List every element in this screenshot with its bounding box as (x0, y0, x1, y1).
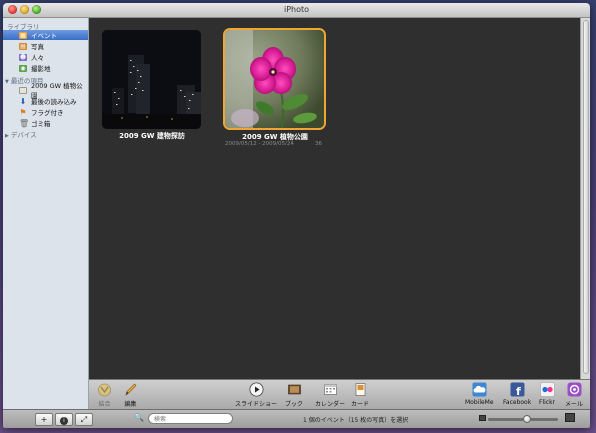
mail-button[interactable]: メール (565, 382, 583, 408)
source-list-sidebar: ライブラリ ▦ イベント ▤ 写真 ☻ 人々 ◉ 撮影地 ▼ 最近の項目 2009… (3, 18, 89, 409)
slider-knob[interactable] (522, 415, 531, 423)
sidebar-item-recent-event[interactable]: 2009 GW 植物公園 (3, 82, 88, 100)
mobileme-button[interactable]: MobileMe (465, 382, 494, 406)
facebook-button[interactable]: f Facebook (503, 382, 531, 406)
flickr-button[interactable]: Flickr (539, 382, 555, 406)
fullscreen-button[interactable]: ⤢ (75, 413, 93, 426)
event-tile[interactable]: 2009 GW 建物探訪 (101, 30, 203, 142)
merge-icon (98, 383, 111, 397)
sidebar-item-label: 写真 (31, 43, 44, 51)
thumbnail-size-slider[interactable] (488, 415, 558, 423)
event-date-range: 2009/05/12 - 2009/05/24 (225, 141, 294, 147)
card-button[interactable]: カード (351, 382, 369, 408)
sidebar-item-events[interactable]: ▦ イベント (3, 30, 88, 40)
search-input[interactable] (154, 415, 224, 423)
flickr-icon (539, 382, 555, 397)
disclosure-closed-icon[interactable]: ▶ (5, 133, 9, 139)
bottom-toolbar: 結合 編集 スライドショー ブック カレンダー カード MobileMe f F… (89, 379, 590, 410)
status-bar: + i ⤢ 🔍 1 個のイベント（15 枚の写真）を選択 (3, 409, 590, 428)
sidebar-item-label: 撮影地 (31, 65, 51, 73)
add-button[interactable]: + (35, 413, 53, 426)
svg-text:f: f (516, 385, 521, 397)
event-thumbnail[interactable] (102, 30, 201, 129)
book-button[interactable]: ブック (285, 382, 303, 408)
facebook-icon: f (510, 382, 525, 397)
search-field[interactable] (148, 413, 233, 424)
sidebar-item-photos[interactable]: ▤ 写真 (3, 41, 88, 51)
devices-header[interactable]: ▶ デバイス (5, 129, 37, 139)
selection-status-text: 1 個のイベント（15 枚の写真）を選択 (303, 417, 409, 424)
merge-button[interactable]: 結合 (97, 382, 112, 408)
large-thumbnail-icon (565, 413, 575, 422)
title-bar[interactable]: iPhoto (3, 3, 590, 18)
calendar-icon (323, 384, 337, 395)
events-icon: ▦ (19, 31, 27, 39)
window-title: iPhoto (283, 5, 310, 14)
import-icon: ⬇ (19, 96, 27, 106)
sidebar-item-label: ゴミ箱 (31, 120, 51, 128)
scrollbar-thumb[interactable] (583, 20, 589, 374)
small-thumbnail-icon (479, 415, 486, 421)
search-icon[interactable]: 🔍 (134, 413, 144, 422)
events-browser[interactable]: 2009 GW 建物探訪 2009 GW 植物公園 2009/05/12 - 2… (89, 18, 580, 379)
event-photo-count: 36 (315, 141, 322, 147)
iphoto-window: iPhoto ライブラリ ▦ イベント ▤ 写真 ☻ 人々 ◉ 撮影地 ▼ 最近の… (3, 3, 590, 428)
book-icon (287, 384, 301, 395)
edit-pencil-icon (125, 383, 137, 396)
mobileme-icon (472, 382, 487, 397)
event-title[interactable]: 2009 GW 建物探訪 (101, 131, 203, 141)
sidebar-item-places[interactable]: ◉ 撮影地 (3, 63, 88, 73)
sidebar-item-last-import[interactable]: ⬇ 最後の読み込み (3, 96, 88, 106)
event-thumbnail[interactable] (223, 28, 326, 130)
sidebar-item-trash[interactable]: 🗑 ゴミ箱 (3, 118, 88, 128)
info-button[interactable]: i (55, 413, 73, 426)
event-tile-selected[interactable]: 2009 GW 植物公園 2009/05/12 - 2009/05/24 36 (223, 28, 327, 150)
trash-icon: 🗑 (19, 118, 30, 128)
sidebar-item-label: イベント (31, 32, 57, 40)
flag-icon: ⚑ (19, 107, 27, 117)
places-icon: ◉ (19, 64, 27, 72)
mail-icon (567, 382, 581, 397)
edit-button[interactable]: 編集 (123, 382, 138, 408)
info-icon: i (60, 417, 68, 425)
vertical-scrollbar[interactable] (580, 18, 590, 379)
calendar-button[interactable]: カレンダー (315, 382, 345, 408)
event-album-icon (19, 86, 27, 94)
sidebar-item-flagged[interactable]: ⚑ フラグ付き (3, 107, 88, 117)
photos-icon: ▤ (19, 42, 27, 50)
sidebar-item-label: フラグ付き (31, 109, 64, 117)
sidebar-item-label: 最後の読み込み (31, 98, 77, 106)
slideshow-play-icon (249, 382, 263, 397)
flower-photo (225, 30, 324, 128)
card-icon (355, 383, 365, 396)
sidebar-item-faces[interactable]: ☻ 人々 (3, 52, 88, 62)
city-night-photo (102, 30, 201, 129)
faces-icon: ☻ (19, 53, 27, 61)
sidebar-item-label: 人々 (31, 54, 44, 62)
slideshow-button[interactable]: スライドショー (235, 382, 277, 408)
